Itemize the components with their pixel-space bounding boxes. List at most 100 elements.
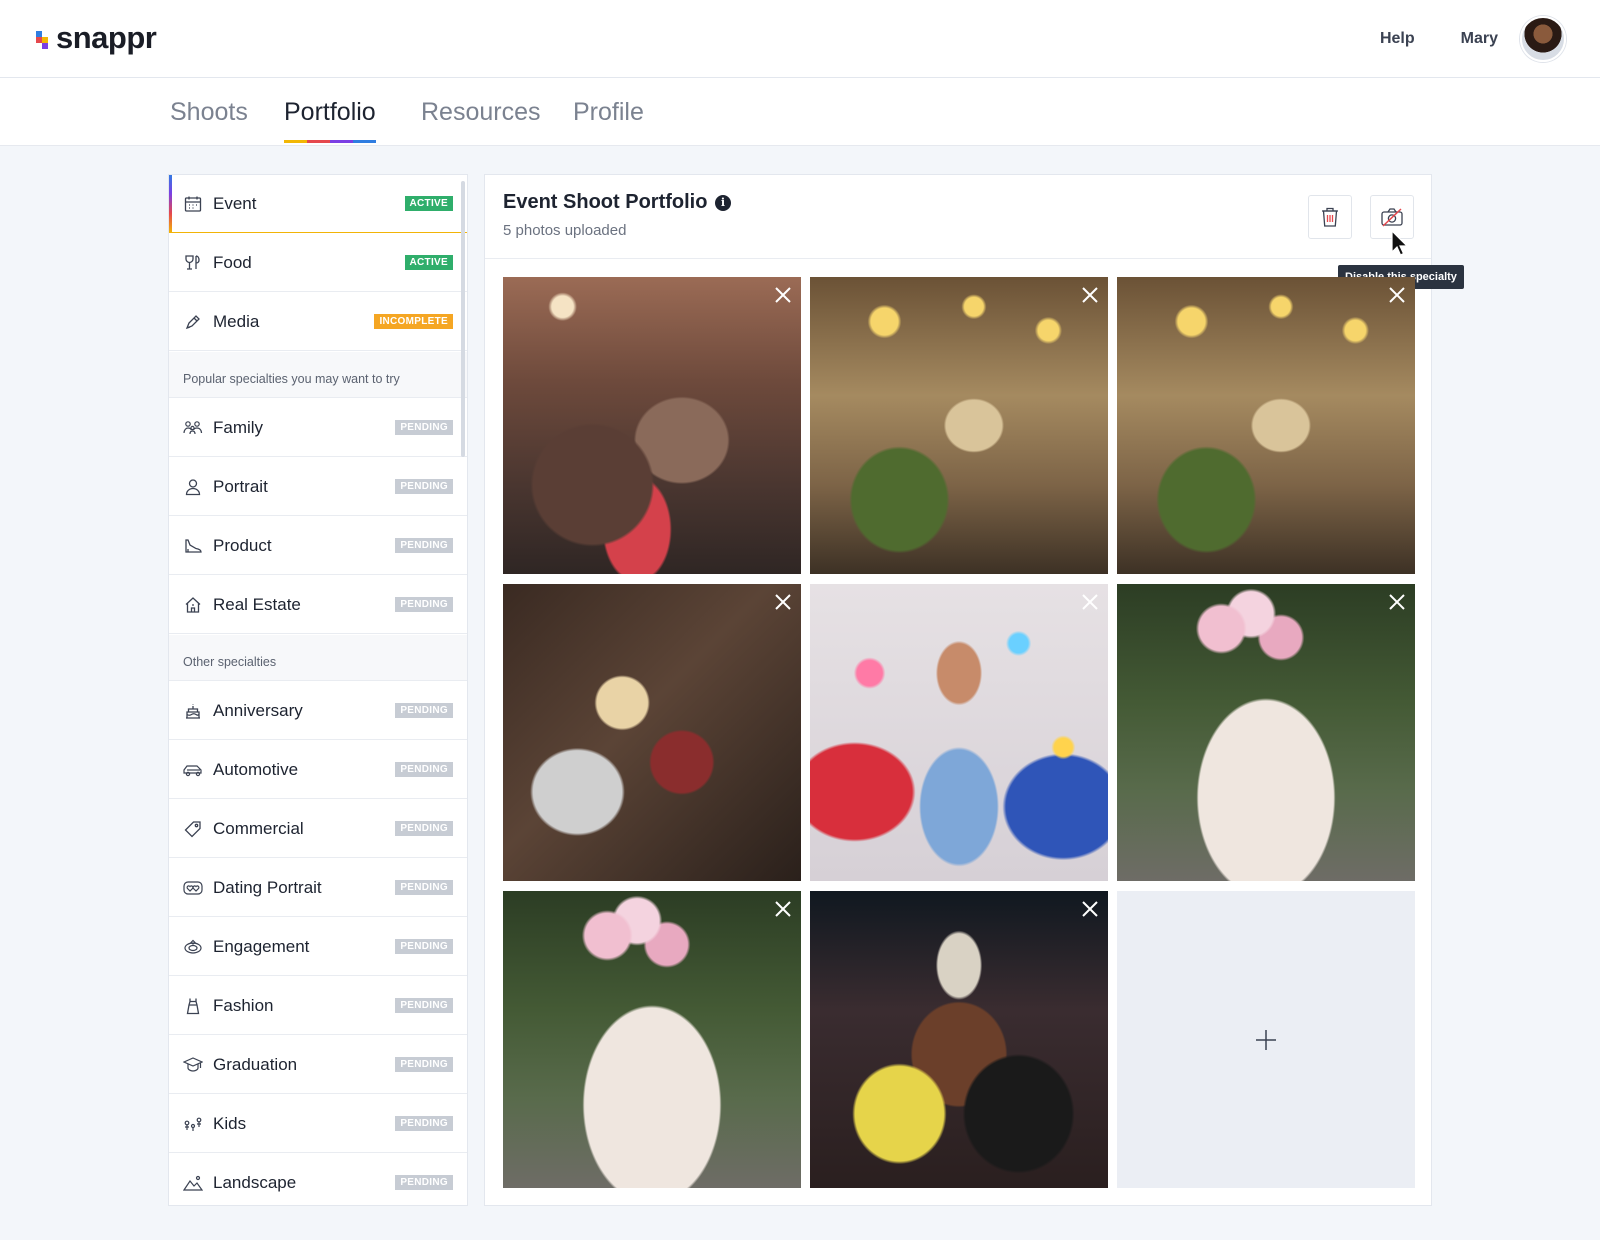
- sidebar-item-portrait[interactable]: Portrait PENDING: [169, 458, 467, 516]
- sidebar-item-label: Commercial: [213, 818, 304, 838]
- sidebar-item-label: Food: [213, 252, 252, 272]
- portfolio-panel: Event Shoot Portfolio i 5 photos uploade…: [484, 174, 1464, 1206]
- sidebar-item-label: Family: [213, 417, 264, 437]
- main-tabs: Shoots Portfolio Resources Profile: [0, 78, 1600, 146]
- sidebar-item-fashion[interactable]: Fashion PENDING: [169, 977, 467, 1035]
- status-badge: PENDING: [395, 420, 453, 435]
- tab-portfolio[interactable]: Portfolio: [284, 98, 376, 143]
- sidebar-item-dating-portrait[interactable]: Dating Portrait PENDING: [169, 859, 467, 917]
- status-badge: ACTIVE: [404, 196, 453, 211]
- tab-shoots[interactable]: Shoots: [170, 98, 248, 127]
- status-badge: PENDING: [395, 1175, 453, 1190]
- status-badge: ACTIVE: [404, 255, 453, 270]
- photo-tile[interactable]: [810, 277, 1108, 574]
- status-badge: PENDING: [395, 538, 453, 553]
- sidebar-item-label: Dating Portrait: [213, 877, 322, 897]
- other-specialties-heading: Other specialties: [169, 635, 467, 681]
- sidebar-item-food[interactable]: Food ACTIVE: [169, 234, 467, 292]
- photo-count: 5 photos uploaded: [503, 222, 627, 239]
- dress-icon: [183, 996, 203, 1016]
- photo-tile[interactable]: [1117, 584, 1415, 881]
- sidebar-item-label: Fashion: [213, 995, 274, 1015]
- sidebar-item-real-estate[interactable]: Real Estate PENDING: [169, 576, 467, 634]
- active-tab-underline: [284, 140, 376, 143]
- sidebar-item-label: Product: [213, 535, 272, 555]
- mouse-pointer-icon: [1391, 229, 1409, 256]
- photo-tile[interactable]: [1117, 277, 1415, 574]
- person-icon: [183, 477, 203, 497]
- sidebar-item-media[interactable]: Media INCOMPLETE: [169, 293, 467, 351]
- pen-icon: [183, 312, 203, 332]
- sidebar-item-label: Kids: [213, 1113, 247, 1133]
- photo-tile[interactable]: [503, 277, 801, 574]
- sidebar-item-product[interactable]: Product PENDING: [169, 517, 467, 575]
- trash-icon: [1322, 207, 1338, 227]
- sidebar-item-kids[interactable]: Kids PENDING: [169, 1095, 467, 1153]
- specialty-sidebar: Event ACTIVE Food ACTIVE Media INCOMPLET…: [168, 174, 468, 1206]
- status-badge: PENDING: [395, 1057, 453, 1072]
- close-icon[interactable]: [1387, 285, 1407, 305]
- status-badge: PENDING: [395, 703, 453, 718]
- close-icon[interactable]: [1080, 592, 1100, 612]
- sidebar-item-label: Media: [213, 311, 260, 331]
- sidebar-item-label: Automotive: [213, 759, 299, 779]
- close-icon[interactable]: [1387, 592, 1407, 612]
- photo-tile[interactable]: [503, 891, 801, 1188]
- sidebar-scrollbar[interactable]: [461, 181, 465, 457]
- photo-tile[interactable]: [810, 891, 1108, 1188]
- close-icon[interactable]: [1080, 285, 1100, 305]
- car-icon: [183, 760, 203, 780]
- status-badge: PENDING: [395, 998, 453, 1013]
- wine-glass-icon: [183, 253, 203, 273]
- tag-icon: [183, 819, 203, 839]
- sidebar-item-event[interactable]: Event ACTIVE: [169, 175, 467, 233]
- status-badge: PENDING: [395, 939, 453, 954]
- status-badge: PENDING: [395, 821, 453, 836]
- tab-resources[interactable]: Resources: [421, 98, 541, 127]
- house-icon: [183, 595, 203, 615]
- close-icon[interactable]: [773, 592, 793, 612]
- close-icon[interactable]: [773, 285, 793, 305]
- user-name[interactable]: Mary: [1461, 30, 1498, 48]
- family-icon: [183, 418, 203, 438]
- header-nav: Help Mary: [1334, 16, 1566, 62]
- sidebar-item-engagement[interactable]: Engagement PENDING: [169, 918, 467, 976]
- portfolio-title: Event Shoot Portfolio: [503, 191, 708, 213]
- hearts-icon: [183, 878, 203, 898]
- close-icon[interactable]: [773, 899, 793, 919]
- plus-icon: [1256, 1029, 1276, 1050]
- delete-button[interactable]: [1308, 195, 1352, 239]
- sidebar-item-label: Graduation: [213, 1054, 298, 1074]
- photo-tile[interactable]: [503, 584, 801, 881]
- sidebar-item-graduation[interactable]: Graduation PENDING: [169, 1036, 467, 1094]
- calendar-icon: [183, 194, 203, 214]
- sidebar-item-commercial[interactable]: Commercial PENDING: [169, 800, 467, 858]
- status-badge: PENDING: [395, 597, 453, 612]
- sidebar-item-label: Engagement: [213, 936, 310, 956]
- sidebar-item-landscape[interactable]: Landscape PENDING: [169, 1154, 467, 1205]
- logo-mark-icon: [36, 31, 50, 49]
- graduation-cap-icon: [183, 1055, 203, 1075]
- avatar[interactable]: [1520, 16, 1566, 62]
- sidebar-item-anniversary[interactable]: Anniversary PENDING: [169, 682, 467, 740]
- sidebar-item-automotive[interactable]: Automotive PENDING: [169, 741, 467, 799]
- status-badge: PENDING: [395, 880, 453, 895]
- portfolio-header: Event Shoot Portfolio i 5 photos uploade…: [485, 175, 1431, 259]
- sidebar-item-label: Event: [213, 193, 257, 213]
- sidebar-item-label: Real Estate: [213, 594, 301, 614]
- status-badge: PENDING: [395, 479, 453, 494]
- help-link[interactable]: Help: [1380, 30, 1415, 48]
- tab-portfolio-label: Portfolio: [284, 98, 376, 126]
- sidebar-item-family[interactable]: Family PENDING: [169, 399, 467, 457]
- snappr-logo[interactable]: snappr: [36, 20, 157, 56]
- sidebar-item-label: Portrait: [213, 476, 268, 496]
- info-icon[interactable]: i: [715, 195, 731, 211]
- add-photo-button[interactable]: [1117, 891, 1415, 1188]
- sidebar-item-label: Landscape: [213, 1172, 297, 1192]
- close-icon[interactable]: [1080, 899, 1100, 919]
- camera-off-icon: [1381, 208, 1403, 227]
- shoe-icon: [183, 536, 203, 556]
- photo-tile[interactable]: [810, 584, 1108, 881]
- cake-icon: [183, 701, 203, 721]
- tab-profile[interactable]: Profile: [573, 98, 644, 127]
